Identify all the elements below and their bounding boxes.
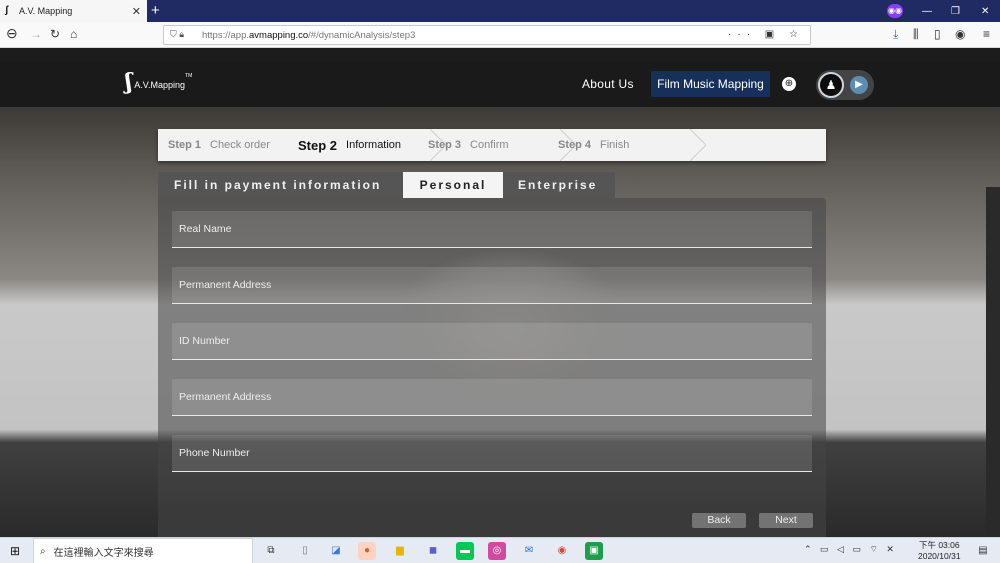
next-button[interactable]: Next bbox=[759, 513, 813, 528]
clock-date: 2020/10/31 bbox=[918, 551, 961, 561]
logo-mark: ʃ bbox=[125, 69, 133, 95]
step-label: Finish bbox=[600, 139, 630, 151]
clock-time: 下午 03:06 bbox=[918, 540, 960, 550]
private-mask-icon: ◉◉ bbox=[887, 4, 903, 18]
tab-enterprise[interactable]: Enterprise bbox=[518, 178, 597, 192]
step-label: Confirm bbox=[470, 139, 509, 151]
step-number: Step 4 bbox=[558, 139, 592, 151]
form-footer: Back Next bbox=[158, 504, 826, 537]
spreadsheet-icon[interactable]: ▣ bbox=[585, 542, 603, 560]
browser-titlebar: ʃ A.V. Mapping ✕ + ◉◉ — ❐ ✕ bbox=[0, 0, 1000, 22]
user-avatar-icon: ♟ bbox=[818, 72, 844, 98]
line-icon[interactable]: ▬ bbox=[456, 542, 474, 560]
camera-app-icon[interactable]: ◎ bbox=[488, 542, 506, 560]
field-placeholder: Permanent Address bbox=[179, 391, 272, 403]
step-number: Step 1 bbox=[168, 139, 202, 151]
new-tab-icon[interactable]: + bbox=[151, 2, 160, 19]
step-1: Step 1 Check order bbox=[168, 129, 270, 161]
step-label: Information bbox=[346, 139, 402, 151]
form-panel: Real Name Permanent Address ID Number Pe… bbox=[158, 198, 826, 504]
step-label: Check order bbox=[210, 139, 270, 151]
tab-title: A.V. Mapping bbox=[19, 6, 73, 16]
phone-number-field[interactable]: Phone Number bbox=[172, 435, 812, 472]
permanent-address-field[interactable]: Permanent Address bbox=[172, 267, 812, 304]
library-icon[interactable]: ⫼ bbox=[913, 27, 919, 42]
app-icon[interactable]: ◪ bbox=[327, 542, 345, 560]
id-number-field[interactable]: ID Number bbox=[172, 323, 812, 360]
windows-taskbar: ⊞ ⌕ 在這裡輸入文字來搜尋 ⧉ ▯ ◪ ● ▆ ◼ ▬ ◎ ✉ ◉ ▣ ⌃ ▭… bbox=[0, 537, 1000, 563]
globe-icon[interactable]: ⊕ bbox=[782, 77, 796, 91]
about-us-link[interactable]: About Us bbox=[582, 77, 634, 91]
account-icon[interactable]: ◉ bbox=[955, 27, 965, 41]
browser-tab[interactable]: ʃ A.V. Mapping ✕ bbox=[0, 0, 147, 22]
field-placeholder: Permanent Address bbox=[179, 279, 272, 291]
back-arrow-icon[interactable]: ⊖ bbox=[6, 25, 18, 42]
file-explorer-icon[interactable]: ▆ bbox=[391, 542, 409, 560]
form-tab-bar: Fill in payment information Personal Ent… bbox=[158, 172, 615, 198]
step-3: Step 3 Confirm bbox=[428, 129, 509, 161]
teams-icon[interactable]: ◼ bbox=[424, 542, 442, 560]
url-domain: avmapping.co bbox=[249, 29, 309, 41]
progress-stepper: Step 1 Check order Step 2 Information St… bbox=[158, 129, 826, 161]
film-music-mapping-button[interactable]: Film Music Mapping bbox=[651, 71, 770, 97]
mail-icon[interactable]: ✉ bbox=[520, 542, 538, 560]
step-number: Step 3 bbox=[428, 139, 462, 151]
restore-button[interactable]: ❐ bbox=[951, 0, 960, 22]
windows-start-icon[interactable]: ⊞ bbox=[10, 544, 20, 558]
browser-navbar: ⊖ → ↻ ⌂ ⛉ 🔒︎ https://app. avmapping.co/#/… bbox=[0, 22, 1000, 48]
minimize-button[interactable]: — bbox=[922, 0, 932, 22]
taskbar-search[interactable]: ⌕ 在這裡輸入文字來搜尋 bbox=[33, 538, 253, 563]
taskbar-search-placeholder: 在這裡輸入文字來搜尋 bbox=[53, 547, 154, 559]
real-name-field[interactable]: Real Name bbox=[172, 211, 812, 248]
step-4: Step 4 Finish bbox=[558, 129, 629, 161]
tab-personal[interactable]: Personal bbox=[403, 172, 503, 198]
logo[interactable]: ʃ A.V.Mapping TM bbox=[125, 71, 192, 93]
av-mapping-favicon-icon: ʃ bbox=[5, 5, 9, 16]
page-actions-icon[interactable]: ··· ▣ ☆ bbox=[728, 29, 804, 40]
chrome-icon[interactable]: ◉ bbox=[553, 542, 571, 560]
role-toggle[interactable]: ♟ ▶ bbox=[816, 70, 874, 100]
step-number: Step 2 bbox=[298, 137, 338, 153]
form-heading: Fill in payment information bbox=[174, 178, 382, 192]
field-placeholder: Real Name bbox=[179, 223, 232, 235]
forward-arrow-icon[interactable]: → bbox=[30, 27, 42, 41]
site-header: ʃ A.V.Mapping TM About Us Film Music Map… bbox=[0, 61, 1000, 107]
menu-icon[interactable]: ≡ bbox=[983, 27, 990, 41]
task-view-icon[interactable]: ⧉ bbox=[262, 542, 280, 560]
lock-icon: ⛉ 🔒︎ bbox=[170, 29, 185, 39]
video-camera-icon: ▶ bbox=[850, 76, 868, 94]
url-path: /#/dynamicAnalysis/step3 bbox=[308, 29, 416, 41]
clock[interactable]: 下午 03:06 2020/10/31 bbox=[918, 540, 961, 562]
step-divider-icon bbox=[690, 129, 706, 161]
search-icon: ⌕ bbox=[40, 545, 46, 557]
logo-name: A.V.Mapping bbox=[134, 80, 186, 90]
reload-icon[interactable]: ↻ bbox=[50, 27, 60, 41]
file-icon[interactable]: ▯ bbox=[296, 542, 314, 560]
home-icon[interactable]: ⌂ bbox=[70, 27, 77, 41]
system-tray-icons[interactable]: ⌃ ▭ ◁ ▭ ⌔ ✕ bbox=[804, 544, 897, 555]
field-placeholder: Phone Number bbox=[179, 447, 250, 459]
url-scheme: https://app. bbox=[202, 29, 250, 41]
url-bar[interactable]: ⛉ 🔒︎ https://app. avmapping.co/#/dynamicA… bbox=[163, 25, 811, 45]
permanent-address-field-2[interactable]: Permanent Address bbox=[172, 379, 812, 416]
tab-close-icon[interactable]: ✕ bbox=[132, 5, 141, 18]
sidebar-icon[interactable]: ▯ bbox=[934, 27, 941, 41]
logo-trademark: TM bbox=[185, 73, 193, 79]
back-button[interactable]: Back bbox=[692, 513, 746, 528]
firefox-icon[interactable]: ● bbox=[358, 542, 376, 560]
page-scrollbar[interactable] bbox=[986, 187, 1000, 537]
close-window-button[interactable]: ✕ bbox=[981, 0, 989, 22]
step-2: Step 2 Information bbox=[298, 129, 401, 161]
field-placeholder: ID Number bbox=[179, 335, 230, 347]
notification-icon[interactable]: ▤ bbox=[974, 542, 992, 560]
download-icon[interactable]: ⤓ bbox=[893, 27, 898, 42]
